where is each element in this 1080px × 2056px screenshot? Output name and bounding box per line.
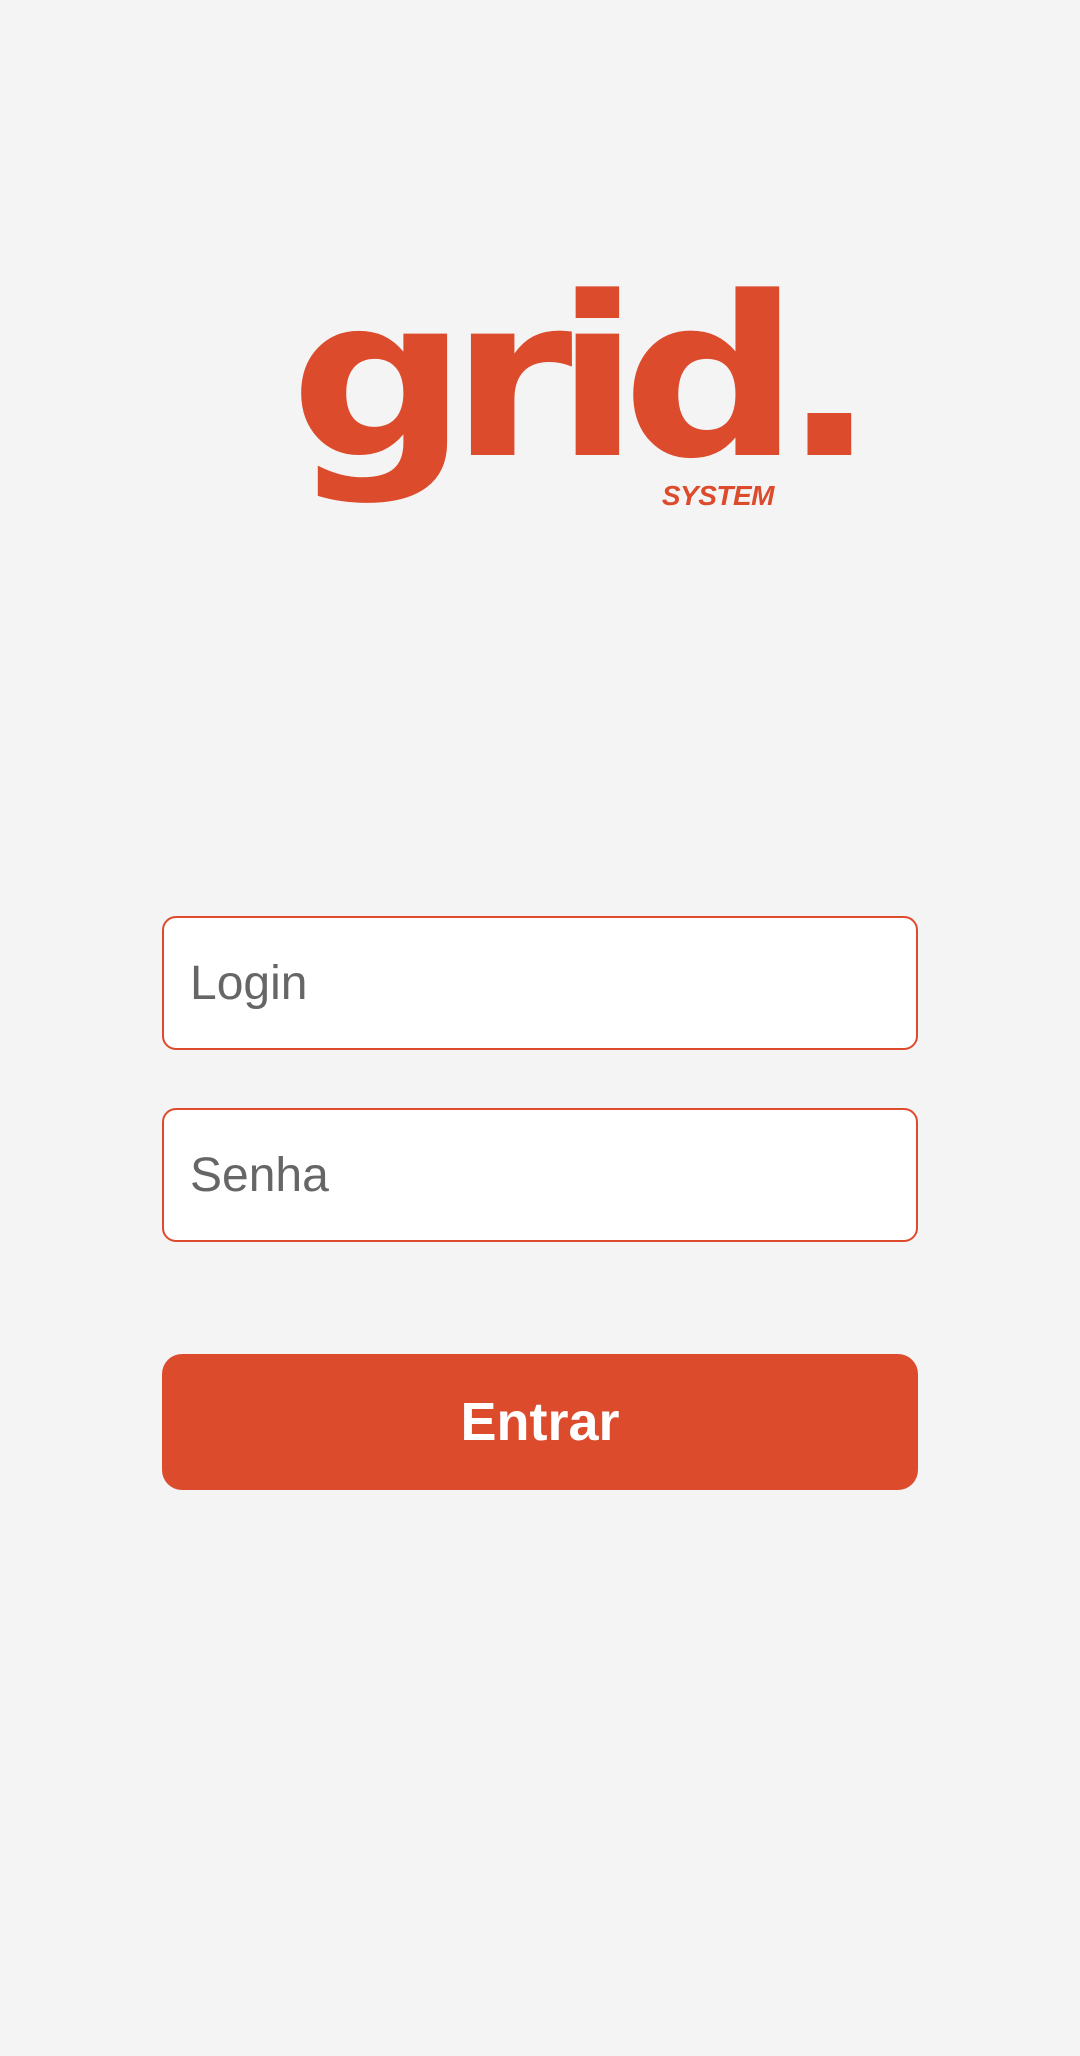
login-input[interactable]	[162, 916, 918, 1050]
app-logo: grid. SYSTEM	[290, 268, 877, 515]
password-input[interactable]	[162, 1108, 918, 1242]
logo-subtitle: SYSTEM	[661, 480, 775, 511]
logo-wordmark: grid.	[290, 250, 877, 508]
login-button[interactable]: Entrar	[162, 1354, 918, 1490]
